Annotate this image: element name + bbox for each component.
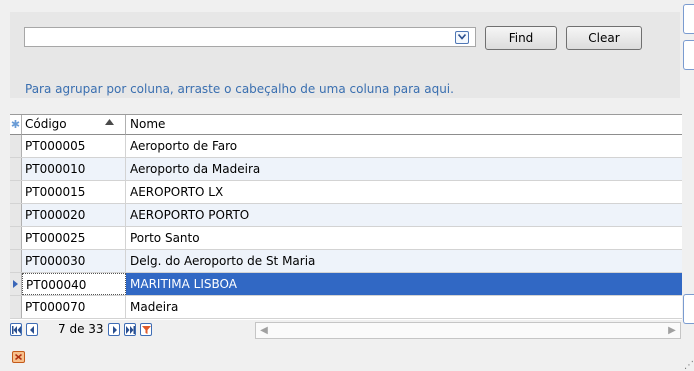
data-grid: ✱ Código Nome PT000005 Aeroporto de Faro… bbox=[10, 114, 682, 320]
new-row-icon[interactable]: ✱ bbox=[10, 115, 22, 135]
close-icon bbox=[15, 354, 22, 360]
record-navigator: 7 de 33 ◀ ▶ bbox=[10, 320, 682, 340]
cell-name: Porto Santo bbox=[130, 231, 200, 245]
chevron-down-icon bbox=[458, 34, 466, 40]
dropdown-button[interactable] bbox=[455, 31, 469, 44]
row-indicator[interactable] bbox=[10, 181, 22, 203]
cell-code: PT000020 bbox=[22, 204, 126, 226]
table-row[interactable]: PT000005 Aeroporto de Faro bbox=[10, 135, 682, 158]
find-button[interactable]: Find bbox=[485, 26, 557, 50]
row-indicator[interactable] bbox=[10, 250, 22, 272]
clear-filter-button[interactable] bbox=[12, 351, 25, 363]
row-indicator[interactable] bbox=[10, 135, 22, 157]
row-indicator[interactable] bbox=[10, 227, 22, 249]
cell-code: PT000070 bbox=[22, 296, 126, 318]
row-indicator[interactable] bbox=[10, 273, 22, 295]
cell-name: Delg. do Aeroporto de St Maria bbox=[130, 254, 316, 268]
row-indicator[interactable] bbox=[10, 204, 22, 226]
column-header-nome[interactable]: Nome bbox=[126, 115, 682, 135]
horizontal-scrollbar[interactable]: ◀ ▶ bbox=[255, 322, 681, 339]
next-record-button[interactable] bbox=[108, 323, 120, 336]
cell-code: PT000015 bbox=[22, 181, 126, 203]
scroll-left-icon[interactable]: ◀ bbox=[256, 323, 272, 338]
table-row[interactable]: PT000025 Porto Santo bbox=[10, 227, 682, 250]
search-input[interactable] bbox=[24, 27, 476, 47]
group-by-hint: Para agrupar por coluna, arraste o cabeç… bbox=[25, 82, 454, 96]
cell-name: AEROPORTO PORTO bbox=[130, 208, 250, 222]
clear-button[interactable]: Clear bbox=[566, 26, 642, 50]
cell-name: Aeroporto da Madeira bbox=[130, 162, 261, 176]
resize-grip-icon[interactable]: ⋰ bbox=[684, 360, 694, 371]
cell-code: PT000030 bbox=[22, 250, 126, 272]
side-tab-top[interactable] bbox=[683, 4, 694, 34]
cell-code: PT000005 bbox=[22, 135, 126, 157]
table-row[interactable]: PT000010 Aeroporto da Madeira bbox=[10, 158, 682, 181]
table-row[interactable]: PT000015 AEROPORTO LX bbox=[10, 181, 682, 204]
row-indicator[interactable] bbox=[10, 158, 22, 180]
sort-asc-icon bbox=[105, 119, 114, 125]
cell-name: AEROPORTO LX bbox=[130, 185, 224, 199]
cell-code: PT000010 bbox=[22, 158, 126, 180]
row-pointer-icon bbox=[13, 280, 18, 288]
side-tab-middle[interactable] bbox=[683, 40, 694, 70]
record-position: 7 de 33 bbox=[58, 322, 104, 336]
first-page-icon bbox=[12, 326, 21, 334]
cell-code: PT000025 bbox=[22, 227, 126, 249]
cell-name: Aeroporto de Faro bbox=[130, 139, 238, 153]
cell-code: PT000040 bbox=[22, 273, 126, 295]
filter-icon bbox=[142, 326, 151, 334]
column-header-label: Código bbox=[25, 117, 67, 131]
row-indicator[interactable] bbox=[10, 296, 22, 318]
prev-icon bbox=[30, 326, 34, 334]
last-page-icon bbox=[126, 326, 135, 334]
cell-name: Madeira bbox=[130, 300, 179, 314]
last-record-button[interactable] bbox=[124, 323, 136, 336]
table-row-selected[interactable]: PT000040 MARITIMA LISBOA bbox=[10, 273, 682, 296]
column-header-codigo[interactable]: Código bbox=[22, 115, 126, 135]
next-icon bbox=[113, 326, 117, 334]
side-tab-bottom[interactable] bbox=[683, 294, 694, 324]
column-header-label: Nome bbox=[130, 117, 166, 131]
first-record-button[interactable] bbox=[10, 323, 22, 336]
scroll-right-icon[interactable]: ▶ bbox=[664, 323, 680, 338]
table-row[interactable]: PT000030 Delg. do Aeroporto de St Maria bbox=[10, 250, 682, 273]
cell-name: MARITIMA LISBOA bbox=[126, 273, 682, 295]
table-row[interactable]: PT000020 AEROPORTO PORTO bbox=[10, 204, 682, 227]
table-row[interactable]: PT000070 Madeira bbox=[10, 296, 682, 319]
filter-button[interactable] bbox=[140, 323, 152, 336]
previous-record-button[interactable] bbox=[26, 323, 38, 336]
